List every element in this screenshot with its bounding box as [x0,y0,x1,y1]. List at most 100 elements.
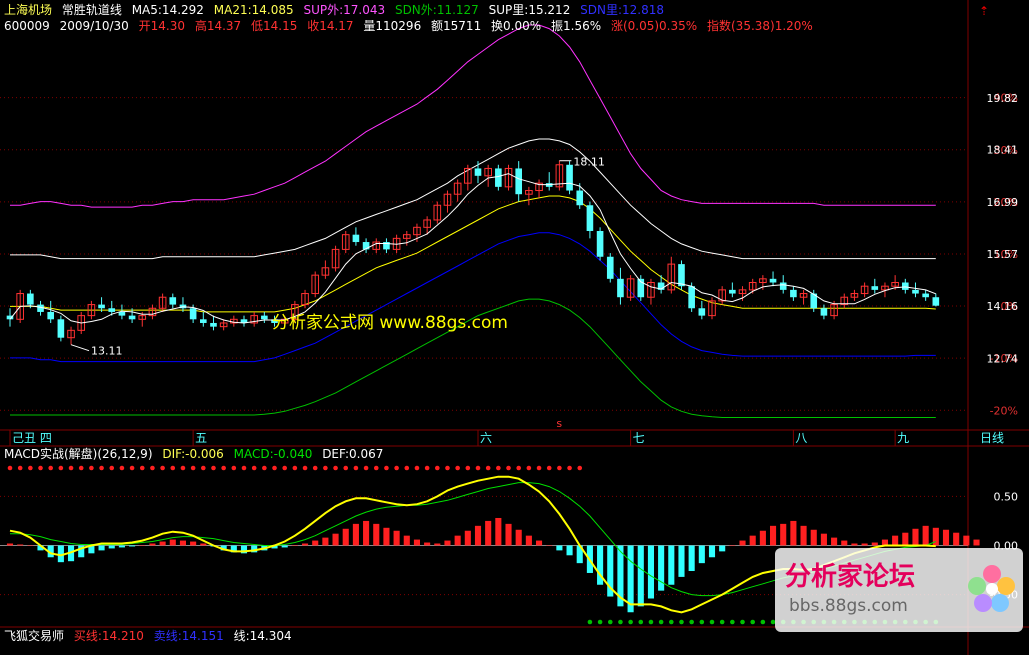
macd-bar [535,540,543,546]
x-axis-label: 五 [195,431,207,445]
signal-dot-green [699,619,705,625]
candle-body [118,311,126,316]
signal-dot-green [618,619,623,625]
flower-logo [967,564,1017,614]
signal-dot-red [180,465,186,471]
macd-bar [566,545,573,556]
candle-body [566,164,573,191]
signal-dot-green [607,619,613,625]
signal-dot-green [750,619,755,625]
signal-dot-red [485,465,491,471]
signal-dot-red [557,465,562,471]
macd-bar [749,535,756,546]
signal-dot-red [384,465,389,471]
macd-bar [6,543,14,546]
candle-body [210,322,217,327]
macd-bar [444,540,451,546]
macd-bar [149,543,156,546]
price-tick-label: 15.57 [987,248,1019,261]
macd-bar [332,533,339,546]
candle-body [617,278,624,298]
signal-dot-red [404,465,410,471]
signal-dot-red [455,465,460,471]
signal-dot-red [312,465,318,471]
macd-bar [108,545,115,549]
signal-dot-red [496,465,501,471]
candle-body [27,293,34,305]
signal-dot-red [282,465,287,471]
signal-dot-red [78,465,84,471]
candle-body [729,289,736,294]
price-tick-label: 14.16 [987,300,1019,313]
macd-bar [841,540,848,546]
macd-bar [322,537,329,546]
macd-bar [861,543,868,546]
macd-header: MACD实战(解盘)(26,12,9) DIF:-0.006 MACD:-0.0… [4,447,389,461]
signal-dot-red [129,465,135,471]
macd-bar [505,523,512,546]
watermark-main: 分析家公式网 www.88gs.com [272,313,508,333]
candle-body [495,168,502,187]
high-value: 高14.37 [194,19,242,33]
candle-body [606,256,614,279]
macd-bar [474,525,482,546]
forum-url: bbs.88gs.com [789,596,908,616]
candle-body [678,264,685,287]
macd-bar [98,545,105,551]
signal-dot-green [658,619,664,625]
signal-dot-red [435,465,440,471]
header-row-2: 600009 2009/10/30 开14.30 高14.37 低14.15 收… [4,19,819,33]
macd-bar [769,525,777,546]
signal-dot-red [424,465,430,471]
macd-bar [495,517,502,546]
macd-bar [973,539,980,546]
macd-bar [434,543,441,546]
close-value: 收14.17 [307,19,354,33]
macd-bar [169,539,176,546]
price-tick-label: 19.82 [987,92,1019,105]
candle-body [352,234,360,243]
macd-bar [739,540,746,546]
candle-body [769,278,777,283]
macd-bar [963,535,970,546]
open-value: 开14.30 [138,19,185,33]
macd-macd: MACD:-0.040 [233,447,313,461]
candle-body [576,190,584,206]
macd-bar [668,545,675,585]
candle-body [199,319,207,323]
signal-dot-red [211,465,216,471]
x-axis-label: 六 [480,431,492,445]
signal-dot-red [109,465,115,471]
amount-value: 额15711 [431,19,482,33]
signal-dot-green [628,619,633,625]
sup-in-value: SUP里:15.212 [488,3,571,17]
settings-icon[interactable]: ⇡ [979,4,989,18]
candle-body [586,205,594,231]
sup-out-value: SUP外:17.043 [303,3,386,17]
sdn-in-value: SDN里:12.818 [580,3,665,17]
macd-bar [129,545,136,547]
macd-bar [556,545,563,551]
signal-dot-red [516,465,521,471]
candle-body [698,308,706,316]
signal-dot-red [119,465,125,471]
signal-dot-green [648,619,654,625]
macd-bar [363,520,370,546]
signal-dot-red [353,465,359,471]
low-value: 低14.15 [251,19,298,33]
signal-dot-green [689,619,694,625]
macd-bar [485,520,492,546]
signal-dot-red [302,465,308,471]
signal-dot-red [17,465,23,471]
signal-dot-green [669,619,674,625]
x-axis-label: 九 [897,431,909,445]
macd-def: DEF:0.067 [322,447,384,461]
forum-watermark: 分析家论坛 bbs.88gs.com [775,548,1023,632]
signal-dot-red [567,465,572,471]
low-label: 13.11 [91,345,123,358]
macd-bar [139,545,146,546]
header-row-1: 上海机场 常胜轨道线 MA5:14.292 MA21:14.085 SUP外:1… [4,3,670,17]
signal-dot-red [170,465,176,471]
candle-body [108,308,116,312]
ma21-value: MA21:14.085 [213,3,294,17]
